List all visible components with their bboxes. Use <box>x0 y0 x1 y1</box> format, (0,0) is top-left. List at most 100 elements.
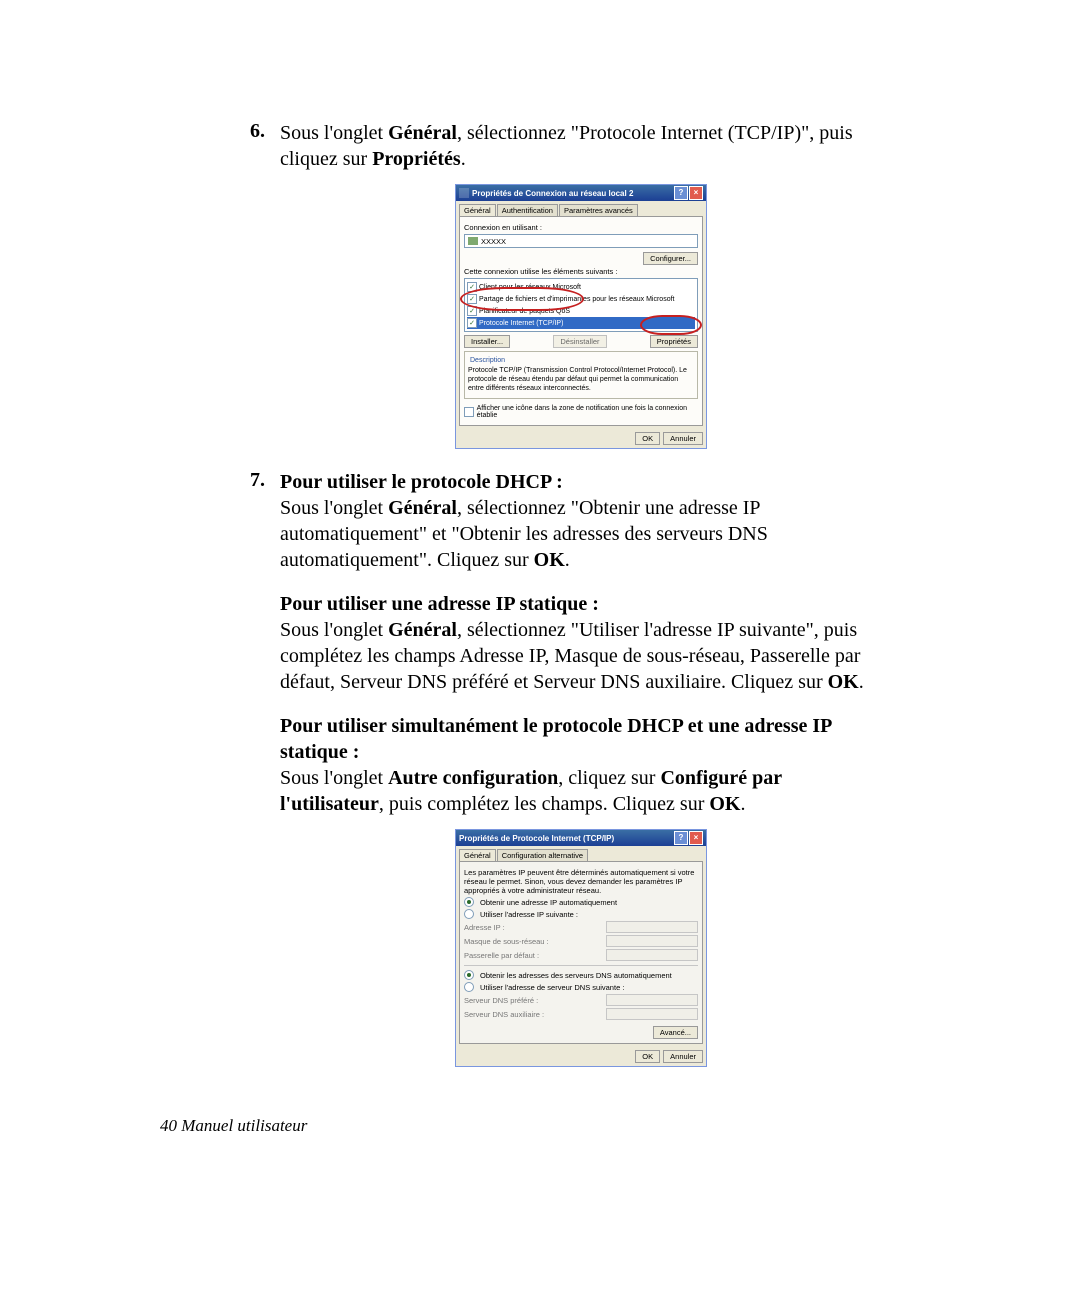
dns1-field <box>606 994 698 1006</box>
page-footer: 40 Manuel utilisateur <box>160 1116 307 1136</box>
label-dns2: Serveur DNS auxiliaire : <box>464 1010 603 1019</box>
dialog1-wrap: Propriétés de Connexion au réseau local … <box>280 184 882 449</box>
label-gateway: Passerelle par défaut : <box>464 951 603 960</box>
text: Sous l'onglet <box>280 619 388 641</box>
dialog-footer: OK Annuler <box>456 429 706 448</box>
radio-auto-ip[interactable] <box>464 897 474 907</box>
step-number-7: 7. <box>250 469 280 817</box>
description-text: Protocole TCP/IP (Transmission Control P… <box>468 366 694 393</box>
checkbox-icon[interactable]: ✓ <box>467 318 477 328</box>
heading-static: Pour utiliser une adresse IP statique : <box>280 591 882 617</box>
label-ip: Adresse IP : <box>464 923 603 932</box>
dialog2-wrap: Propriétés de Protocole Internet (TCP/IP… <box>280 829 882 1067</box>
bold: Général <box>388 497 457 519</box>
instruction-6: 6. Sous l'onglet Général, sélectionnez "… <box>250 120 882 172</box>
button-row: Installer... Désinstaller Propriétés <box>464 335 698 348</box>
gateway-field <box>606 949 698 961</box>
para-static: Sous l'onglet Général, sélectionnez "Uti… <box>280 617 882 695</box>
heading-dhcp: Pour utiliser le protocole DHCP : <box>280 469 882 495</box>
text: . <box>741 793 746 815</box>
checkbox-icon[interactable]: ✓ <box>467 306 477 316</box>
text: Sous l'onglet <box>280 497 388 519</box>
tab-panel: Les paramètres IP peuvent être déterminé… <box>459 861 703 1044</box>
lan-properties-dialog: Propriétés de Connexion au réseau local … <box>455 184 707 449</box>
radio-auto-dns[interactable] <box>464 970 474 980</box>
label-dns1: Serveur DNS préféré : <box>464 996 603 1005</box>
text: . <box>565 549 570 571</box>
nic-icon <box>468 237 478 245</box>
step-6-text: Sous l'onglet Général, sélectionnez "Pro… <box>280 120 882 172</box>
close-icon[interactable]: × <box>689 186 703 200</box>
ok-button[interactable]: OK <box>635 432 660 445</box>
window-icon <box>459 188 469 198</box>
para-both: Sous l'onglet Autre configuration, cliqu… <box>280 765 882 817</box>
tab-general[interactable]: Général <box>459 204 496 216</box>
titlebar[interactable]: Propriétés de Protocole Internet (TCP/IP… <box>456 830 706 846</box>
divider <box>464 965 698 966</box>
tab-general[interactable]: Général <box>459 849 496 861</box>
close-icon[interactable]: × <box>689 831 703 845</box>
window-title: Propriétés de Protocole Internet (TCP/IP… <box>459 834 614 843</box>
dns2-field <box>606 1008 698 1020</box>
step-number-6: 6. <box>250 120 280 172</box>
cancel-button[interactable]: Annuler <box>663 432 703 445</box>
tab-panel: Connexion en utilisant : XXXXX Configure… <box>459 216 703 426</box>
bold: OK <box>534 549 565 571</box>
properties-button[interactable]: Propriétés <box>650 335 698 348</box>
radio-label: Obtenir une adresse IP automatiquement <box>480 898 617 907</box>
uninstall-button[interactable]: Désinstaller <box>553 335 606 348</box>
bold: OK <box>709 793 740 815</box>
cancel-button[interactable]: Annuler <box>663 1050 703 1063</box>
text: . <box>859 671 864 693</box>
list-item: ✓Planificateur de paquets QoS <box>467 305 695 317</box>
text: , puis complétez les champs. Cliquez sur <box>379 793 709 815</box>
text: . <box>461 148 466 170</box>
tab-auth[interactable]: Authentification <box>497 204 558 216</box>
advanced-button[interactable]: Avancé... <box>653 1026 698 1039</box>
description-group: Description Protocole TCP/IP (Transmissi… <box>464 351 698 399</box>
instruction-7: 7. Pour utiliser le protocole DHCP : Sou… <box>250 469 882 817</box>
heading-both: Pour utiliser simultanément le protocole… <box>280 713 882 765</box>
adapter-field[interactable]: XXXXX <box>464 234 698 248</box>
bold: Général <box>388 619 457 641</box>
configure-button[interactable]: Configurer... <box>643 252 698 265</box>
show-icon-label: Afficher une icône dans la zone de notif… <box>477 405 698 419</box>
mask-field <box>606 935 698 947</box>
install-button[interactable]: Installer... <box>464 335 510 348</box>
text: Sous l'onglet <box>280 767 388 789</box>
text: Sous l'onglet <box>280 122 388 144</box>
tab-strip: Général Configuration alternative <box>456 846 706 861</box>
tab-advanced[interactable]: Paramètres avancés <box>559 204 638 216</box>
help-icon[interactable]: ? <box>674 831 688 845</box>
bold: Propriétés <box>372 148 461 170</box>
tcpip-properties-dialog: Propriétés de Protocole Internet (TCP/IP… <box>455 829 707 1067</box>
bold: OK <box>828 671 859 693</box>
list-item: ✓Client pour les réseaux Microsoft <box>467 281 695 293</box>
radio-label: Obtenir les adresses des serveurs DNS au… <box>480 971 672 980</box>
document-body: 6. Sous l'onglet Général, sélectionnez "… <box>250 120 882 1079</box>
radio-manual-ip[interactable] <box>464 909 474 919</box>
list-item-label: Partage de fichiers et d'imprimantes pou… <box>479 296 674 303</box>
components-list[interactable]: ✓Client pour les réseaux Microsoft ✓Part… <box>464 278 698 332</box>
checkbox-icon[interactable]: ✓ <box>467 282 477 292</box>
intro-text: Les paramètres IP peuvent être déterminé… <box>464 868 698 895</box>
help-icon[interactable]: ? <box>674 186 688 200</box>
description-title: Description <box>468 357 507 364</box>
bold: Autre configuration <box>388 767 558 789</box>
para-dhcp: Sous l'onglet Général, sélectionnez "Obt… <box>280 495 882 573</box>
ok-button[interactable]: OK <box>635 1050 660 1063</box>
bold: Général <box>388 122 457 144</box>
checkbox-icon[interactable]: ✓ <box>467 294 477 304</box>
dialog-footer: OK Annuler <box>456 1047 706 1066</box>
label-connect-using: Connexion en utilisant : <box>464 223 698 232</box>
checkbox-icon[interactable] <box>464 407 474 417</box>
page: 6. Sous l'onglet Général, sélectionnez "… <box>0 0 1080 1309</box>
tab-alt-config[interactable]: Configuration alternative <box>497 849 588 861</box>
label-mask: Masque de sous-réseau : <box>464 937 603 946</box>
list-item-label: Client pour les réseaux Microsoft <box>479 284 581 291</box>
text: , cliquez sur <box>558 767 660 789</box>
list-item-selected: ✓Protocole Internet (TCP/IP) <box>467 317 695 329</box>
list-item: ✓Partage de fichiers et d'imprimantes po… <box>467 293 695 305</box>
titlebar[interactable]: Propriétés de Connexion au réseau local … <box>456 185 706 201</box>
radio-manual-dns[interactable] <box>464 982 474 992</box>
